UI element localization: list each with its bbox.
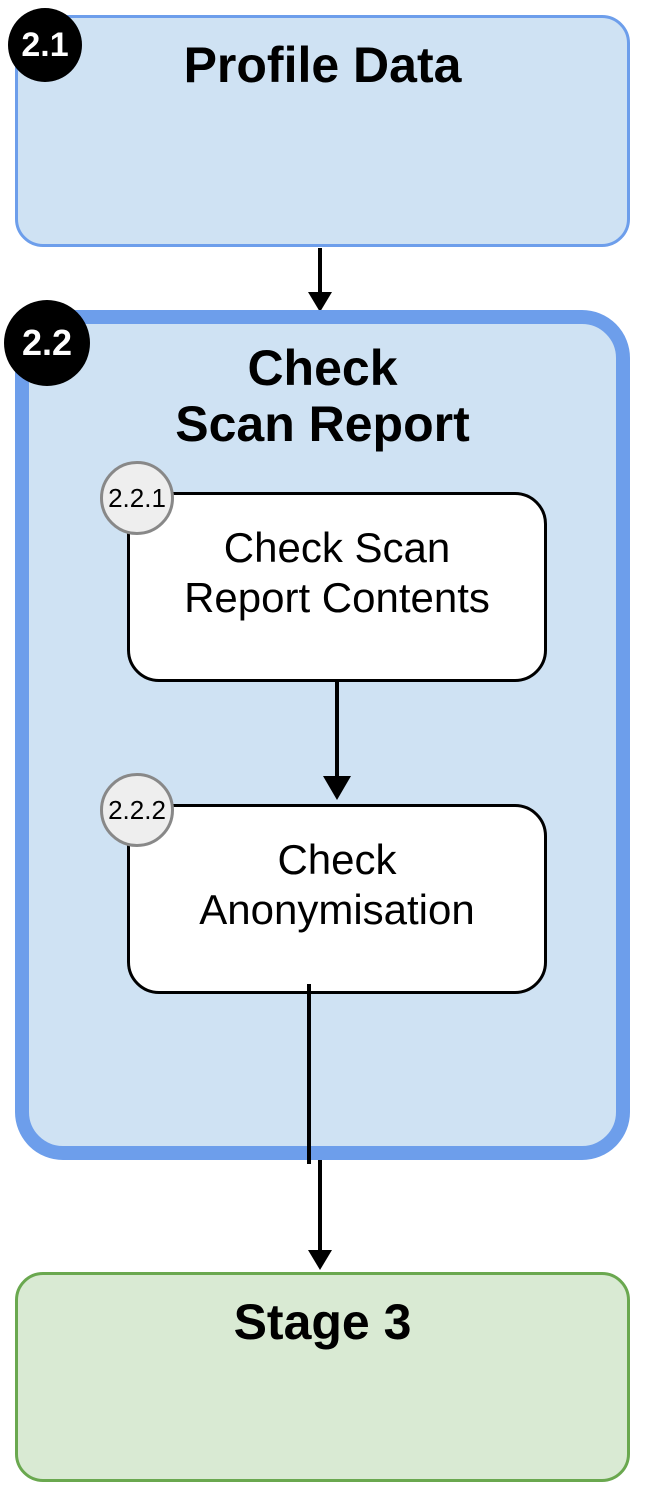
arrowhead-icon xyxy=(308,292,332,312)
arrow-22-to-stage3 xyxy=(308,1160,332,1270)
arrow-221-to-222 xyxy=(323,682,351,800)
badge-2-1: 2.1 xyxy=(8,8,82,82)
node-check-scan-report: Check Scan Report 2.2.1 Check Scan Repor… xyxy=(15,310,630,1160)
arrowhead-icon xyxy=(308,1250,332,1270)
arrow-line xyxy=(335,682,339,776)
node-profile-data: Profile Data xyxy=(15,15,630,247)
process-diagram: Profile Data 2.1 Check Scan Report 2.2.1… xyxy=(0,0,645,1495)
node-title: Profile Data xyxy=(18,18,627,94)
arrow-line xyxy=(318,1160,322,1250)
node-stage-3: Stage 3 xyxy=(15,1272,630,1482)
sub-text-line: Check xyxy=(277,836,396,883)
node-title: Check Scan Report xyxy=(29,324,616,452)
arrowhead-icon xyxy=(323,776,351,800)
node-check-scan-report-contents: 2.2.1 Check Scan Report Contents xyxy=(127,492,547,682)
node-check-anonymisation: 2.2.2 Check Anonymisation xyxy=(127,804,547,994)
badge-2-2-2: 2.2.2 xyxy=(100,773,174,847)
title-line: Scan Report xyxy=(175,396,470,452)
sub-text-line: Anonymisation xyxy=(199,886,474,933)
arrow-line xyxy=(318,248,322,292)
node-title: Stage 3 xyxy=(18,1275,627,1351)
arrow-21-to-22 xyxy=(308,248,332,312)
title-line: Check xyxy=(247,340,397,396)
badge-2-2: 2.2 xyxy=(4,300,90,386)
sub-text-line: Report Contents xyxy=(184,574,490,621)
badge-2-2-1: 2.2.1 xyxy=(100,461,174,535)
sub-text-line: Check Scan xyxy=(224,524,450,571)
arrow-line xyxy=(307,984,311,1164)
